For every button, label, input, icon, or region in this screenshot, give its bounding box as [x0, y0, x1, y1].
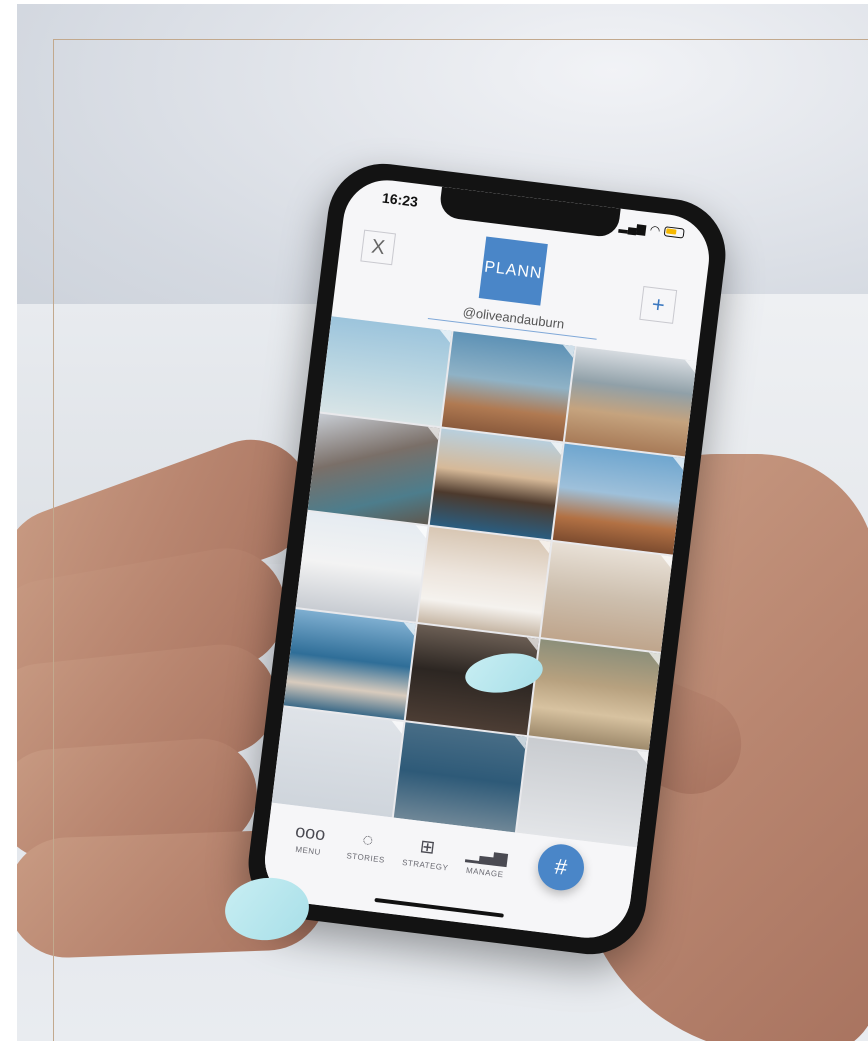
signal-icon: ▂▄▆ [618, 218, 647, 236]
grid-photo[interactable] [516, 736, 649, 848]
manage-bars-icon: ▁▃▅ [465, 841, 509, 867]
grid-photo[interactable] [528, 639, 661, 750]
status-icons: ▂▄▆ ◠ [618, 219, 685, 241]
phone-screen: 16:23 ▂▄▆ ◠ X PLANN + @oliveandauburn oo… [260, 175, 714, 943]
grid-photo[interactable] [564, 346, 697, 457]
photo-grid [271, 316, 697, 848]
status-time: 16:23 [381, 189, 419, 210]
grid-photo[interactable] [283, 609, 416, 720]
strategy-grid-icon: ⊞ [418, 836, 437, 858]
grid-photo[interactable] [271, 706, 404, 818]
background-photo: 16:23 ▂▄▆ ◠ X PLANN + @oliveandauburn oo… [17, 4, 868, 1041]
menu-icon: ooo [294, 820, 327, 845]
nav-stories[interactable]: ◌ STORIES [335, 825, 399, 866]
grid-photo[interactable] [430, 428, 563, 540]
grid-photo[interactable] [418, 526, 551, 638]
grid-photo[interactable] [394, 721, 527, 833]
home-indicator [374, 897, 504, 918]
phone-notch [438, 186, 621, 239]
add-button[interactable]: + [639, 286, 678, 324]
nav-menu[interactable]: ooo MENU [278, 818, 342, 859]
nav-manage[interactable]: ▁▃▅ MANAGE [454, 840, 518, 881]
wifi-icon: ◠ [649, 222, 662, 238]
grid-photo[interactable] [442, 331, 575, 442]
close-button[interactable]: X [360, 229, 396, 266]
grid-photo[interactable] [540, 541, 673, 653]
nav-strategy[interactable]: ⊞ STRATEGY [395, 832, 459, 873]
grid-photo[interactable] [319, 316, 452, 427]
grid-photo[interactable] [552, 443, 685, 555]
grid-photo[interactable] [295, 511, 428, 623]
plann-logo: PLANN [478, 236, 548, 306]
hashtag-button[interactable]: # [535, 841, 587, 893]
grid-photo[interactable] [307, 413, 440, 525]
stories-circle-icon: ◌ [361, 829, 375, 851]
battery-icon [663, 226, 685, 239]
